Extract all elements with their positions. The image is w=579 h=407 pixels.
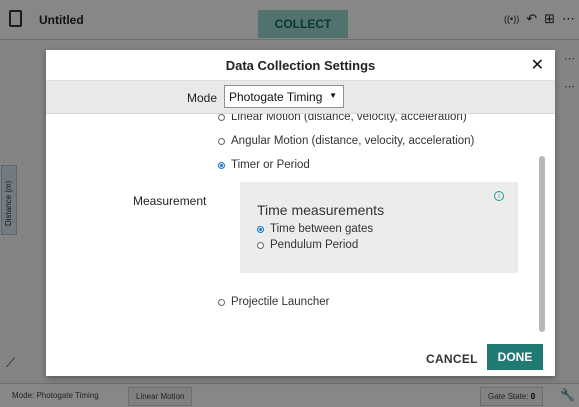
dialog-title: Data Collection Settings	[225, 58, 376, 73]
option-linear-motion[interactable]: Linear Motion (distance, velocity, accel…	[218, 114, 467, 123]
option-angular-motion-label: Angular Motion (distance, velocity, acce…	[231, 135, 475, 147]
info-icon[interactable]: i	[494, 191, 504, 201]
option-timer-or-period-label: Timer or Period	[231, 159, 310, 171]
radio-icon[interactable]	[218, 298, 225, 306]
option-pendulum-period-label: Pendulum Period	[270, 239, 359, 251]
radio-icon[interactable]	[218, 114, 225, 121]
done-button[interactable]: DONE	[487, 344, 543, 370]
option-time-between-gates[interactable]: Time between gates	[257, 223, 373, 235]
radio-icon[interactable]	[257, 241, 264, 249]
option-projectile-launcher[interactable]: Projectile Launcher	[218, 296, 329, 308]
option-projectile-launcher-label: Projectile Launcher	[231, 296, 330, 308]
dialog-header: Data Collection Settings ✕	[46, 50, 555, 81]
measurement-label: Measurement	[133, 194, 207, 208]
chevron-down-icon: ▼	[329, 91, 337, 100]
time-measurements-panel: Time measurements i Time between gates P…	[240, 182, 518, 273]
settings-scroll-region[interactable]: Linear Motion (distance, velocity, accel…	[46, 114, 555, 335]
mode-row: Mode Photogate Timing ▼	[46, 81, 555, 114]
panel-title: Time measurements	[257, 202, 385, 218]
close-icon[interactable]: ✕	[531, 55, 544, 75]
option-timer-or-period[interactable]: Timer or Period	[218, 159, 310, 171]
radio-icon[interactable]	[218, 137, 225, 145]
option-angular-motion[interactable]: Angular Motion (distance, velocity, acce…	[218, 135, 474, 147]
radio-selected-icon[interactable]	[218, 161, 225, 169]
radio-selected-icon[interactable]	[257, 225, 264, 233]
option-time-between-gates-label: Time between gates	[270, 223, 374, 235]
cancel-button[interactable]: CANCEL	[426, 352, 478, 366]
mode-label: Mode	[187, 91, 218, 105]
data-collection-settings-dialog: Data Collection Settings ✕ Mode Photogat…	[46, 50, 555, 376]
scrollbar-thumb[interactable]	[539, 156, 545, 332]
option-pendulum-period[interactable]: Pendulum Period	[257, 239, 358, 251]
mode-select[interactable]: Photogate Timing ▼	[224, 85, 344, 108]
mode-select-value: Photogate Timing	[229, 90, 323, 104]
option-linear-motion-label: Linear Motion (distance, velocity, accel…	[231, 114, 467, 123]
